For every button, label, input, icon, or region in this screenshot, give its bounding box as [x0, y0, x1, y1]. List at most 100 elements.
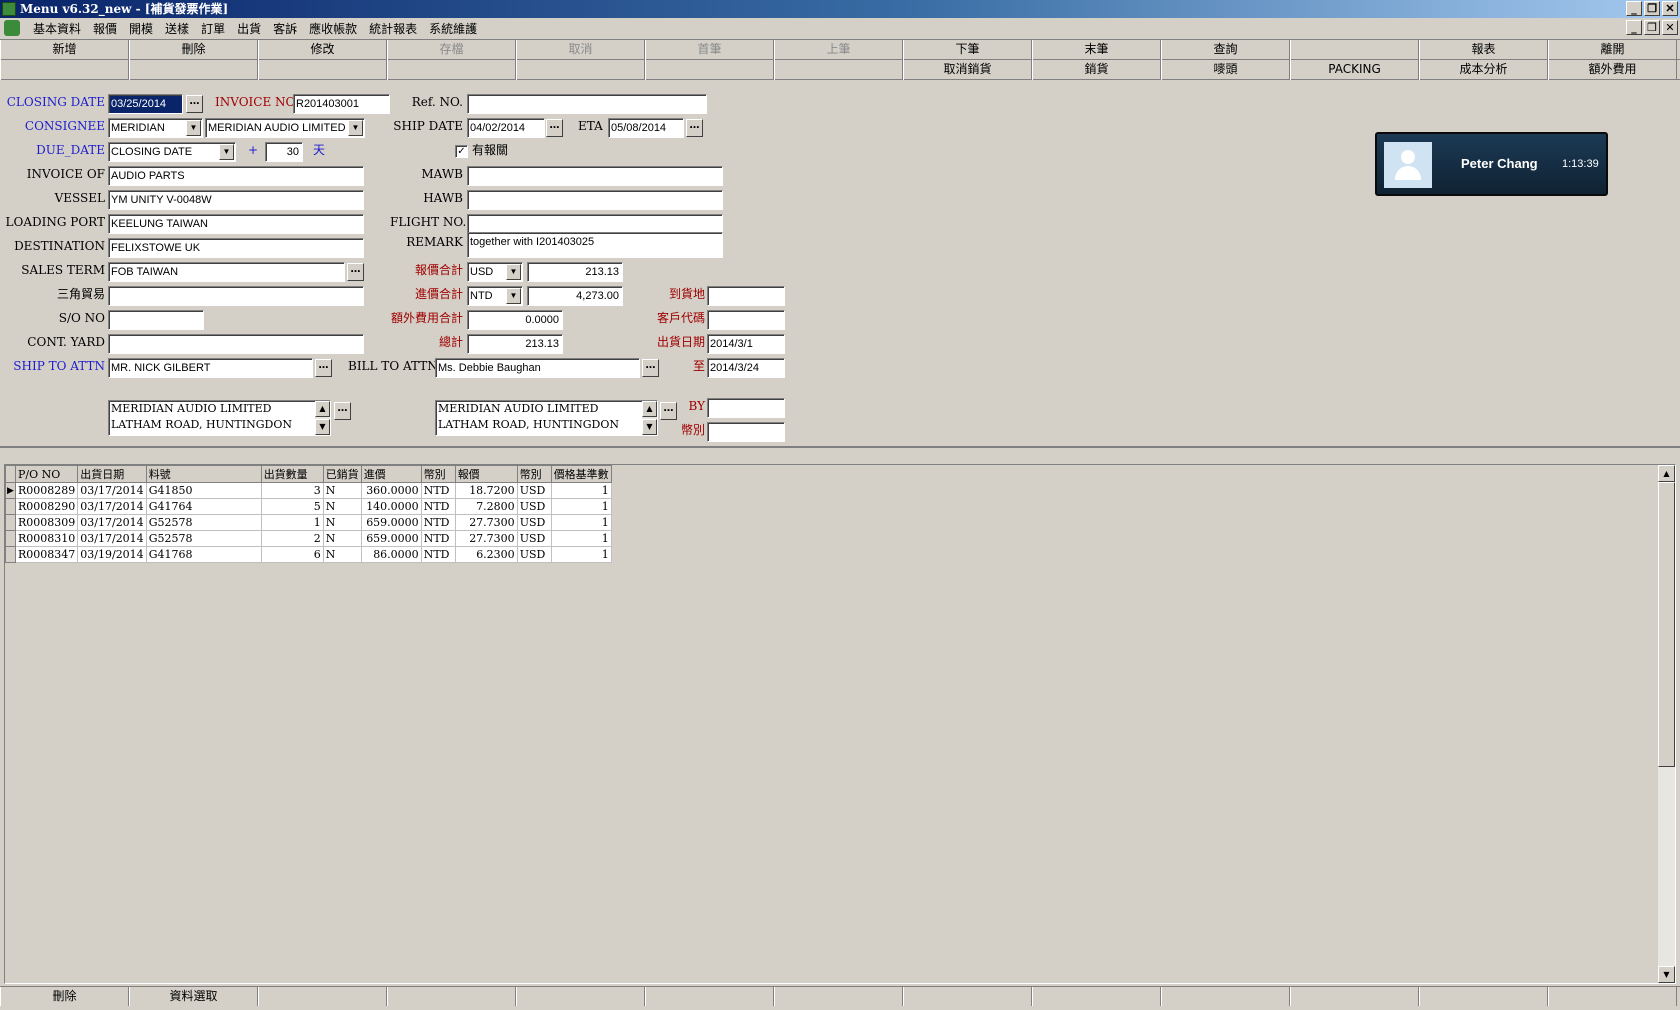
- table-row[interactable]: R0008309 03/17/2014 G52578 1 N 659.0000 NTD 27.…: [5, 514, 612, 531]
- bottom-button-2[interactable]: 資料選取: [129, 987, 258, 1006]
- table-cell[interactable]: G52578: [145, 514, 262, 531]
- customer-code-field[interactable]: [707, 310, 785, 330]
- table-cell[interactable]: G41764: [145, 498, 262, 515]
- remark-field[interactable]: together with I201403025: [467, 232, 723, 258]
- column-header-10[interactable]: 價格基準數: [550, 465, 612, 483]
- toolbar-row2-button-10[interactable]: 嘜頭: [1161, 60, 1290, 80]
- sales-term-lookup-button[interactable]: …: [347, 263, 364, 281]
- row-indicator[interactable]: [5, 514, 16, 531]
- minimize-button[interactable]: _: [1626, 1, 1642, 16]
- ref-no-field[interactable]: [467, 94, 707, 114]
- menu-item-3[interactable]: 開模: [123, 21, 159, 37]
- toolbar-row2-button-3[interactable]: [258, 60, 387, 80]
- toolbar-row2-button-1[interactable]: [0, 60, 129, 80]
- table-cell[interactable]: 03/17/2014: [77, 514, 147, 531]
- menu-item-2[interactable]: 報價: [87, 21, 123, 37]
- table-row[interactable]: ▶ R0008289 03/17/2014 G41850 3 N 360.0000 NTD 18…: [5, 482, 612, 499]
- chevron-down-icon[interactable]: ▼: [186, 120, 201, 136]
- table-cell[interactable]: 140.0000: [360, 498, 422, 515]
- due-basis-select[interactable]: CLOSING DATE ▼: [108, 142, 236, 162]
- table-row[interactable]: R0008310 03/17/2014 G52578 2 N 659.0000 NTD 27.…: [5, 530, 612, 547]
- toolbar-row2-button-6[interactable]: [645, 60, 774, 80]
- toolbar-row1-button-11[interactable]: [1290, 40, 1419, 60]
- cont-yard-field[interactable]: [108, 334, 364, 354]
- table-cell[interactable]: USD: [516, 546, 552, 563]
- toolbar-row1-button-5[interactable]: 取消: [516, 40, 645, 60]
- table-cell[interactable]: 1: [550, 514, 612, 531]
- table-cell[interactable]: R0008309: [14, 514, 79, 531]
- table-cell[interactable]: 27.7300: [454, 530, 518, 547]
- chevron-down-icon[interactable]: ▼: [348, 120, 363, 136]
- toolbar-row1-button-9[interactable]: 末筆: [1032, 40, 1161, 60]
- table-cell[interactable]: NTD: [420, 514, 456, 531]
- table-cell[interactable]: 03/17/2014: [77, 530, 147, 547]
- call-notification[interactable]: Peter Chang 1:13:39: [1375, 132, 1608, 196]
- scroll-thumb[interactable]: [1658, 482, 1675, 767]
- toolbar-row2-button-12[interactable]: 成本分析: [1419, 60, 1548, 80]
- row-indicator[interactable]: [5, 546, 16, 563]
- ship-date-field[interactable]: 04/02/2014: [467, 118, 545, 138]
- bottom-button-9[interactable]: [1032, 987, 1161, 1006]
- bottom-button-6[interactable]: [645, 987, 774, 1006]
- arrival-field[interactable]: [707, 286, 785, 306]
- table-cell[interactable]: N: [322, 514, 362, 531]
- toolbar-row1-button-3[interactable]: 修改: [258, 40, 387, 60]
- so-no-field[interactable]: [108, 310, 204, 330]
- toolbar-row1-button-13[interactable]: 離開: [1548, 40, 1677, 60]
- mawb-field[interactable]: [467, 166, 723, 186]
- scroll-down-icon[interactable]: ▼: [315, 419, 330, 435]
- column-header-7[interactable]: 幣別: [420, 465, 456, 483]
- table-cell[interactable]: 27.7300: [454, 514, 518, 531]
- scroll-down-icon[interactable]: ▼: [642, 419, 657, 435]
- sales-term-field[interactable]: FOB TAIWAN: [108, 262, 345, 282]
- bottom-button-8[interactable]: [903, 987, 1032, 1006]
- hawb-field[interactable]: [467, 190, 723, 210]
- scroll-up-icon[interactable]: ▲: [642, 401, 657, 417]
- table-cell[interactable]: NTD: [420, 498, 456, 515]
- table-cell[interactable]: 1: [550, 498, 612, 515]
- purchase-currency-select[interactable]: NTD ▼: [467, 286, 523, 306]
- current-row-indicator-icon[interactable]: ▶: [5, 482, 16, 499]
- toolbar-row2-button-9[interactable]: 銷貨: [1032, 60, 1161, 80]
- column-header-8[interactable]: 報價: [454, 465, 518, 483]
- table-cell[interactable]: G52578: [145, 530, 262, 547]
- table-cell[interactable]: 659.0000: [360, 514, 422, 531]
- table-cell[interactable]: 2: [260, 530, 324, 547]
- column-header-5[interactable]: 已銷貨: [322, 465, 362, 483]
- table-cell[interactable]: 03/19/2014: [77, 546, 147, 563]
- column-header-9[interactable]: 幣別: [516, 465, 552, 483]
- grand-total-field[interactable]: 213.13: [467, 334, 563, 354]
- menu-item-4[interactable]: 送樣: [159, 21, 195, 37]
- quote-total-field[interactable]: 213.13: [527, 262, 623, 282]
- row-indicator[interactable]: [5, 530, 16, 547]
- table-cell[interactable]: N: [322, 482, 362, 499]
- mdi-restore-button[interactable]: ❐: [1644, 20, 1660, 35]
- bottom-button-12[interactable]: [1419, 987, 1548, 1006]
- ship-to-date-field[interactable]: 2014/3/24: [707, 358, 785, 378]
- invoice-of-field[interactable]: AUDIO PARTS: [108, 166, 364, 186]
- has-customs-checkbox[interactable]: ✓: [455, 145, 468, 158]
- chevron-down-icon[interactable]: ▼: [506, 288, 521, 304]
- bill-to-lookup-button[interactable]: …: [642, 359, 659, 377]
- scroll-up-icon[interactable]: ▲: [315, 401, 330, 417]
- toolbar-row1-button-2[interactable]: 刪除: [129, 40, 258, 60]
- toolbar-row1-button-6[interactable]: 首筆: [645, 40, 774, 60]
- table-cell[interactable]: N: [322, 546, 362, 563]
- column-header-4[interactable]: 出貨數量: [260, 465, 324, 483]
- ship-to-address-scrollbar[interactable]: ▲ ▼: [315, 401, 330, 435]
- table-cell[interactable]: 18.7200: [454, 482, 518, 499]
- table-cell[interactable]: 03/17/2014: [77, 498, 147, 515]
- quote-currency-select[interactable]: USD ▼: [467, 262, 523, 282]
- toolbar-row2-button-4[interactable]: [387, 60, 516, 80]
- table-cell[interactable]: R0008310: [14, 530, 79, 547]
- ship-from-field[interactable]: 2014/3/1: [707, 334, 785, 354]
- toolbar-row1-button-4[interactable]: 存檔: [387, 40, 516, 60]
- bottom-button-11[interactable]: [1290, 987, 1419, 1006]
- due-days-field[interactable]: 30: [265, 142, 303, 162]
- bill-to-address-button[interactable]: …: [660, 402, 677, 420]
- table-cell[interactable]: R0008289: [14, 482, 79, 499]
- ship-to-address-memo[interactable]: MERIDIAN AUDIO LIMITED LATHAM ROAD, HUNT…: [108, 400, 331, 436]
- destination-field[interactable]: FELIXSTOWE UK: [108, 238, 364, 258]
- toolbar-row1-button-1[interactable]: 新增: [0, 40, 129, 60]
- table-cell[interactable]: G41768: [145, 546, 262, 563]
